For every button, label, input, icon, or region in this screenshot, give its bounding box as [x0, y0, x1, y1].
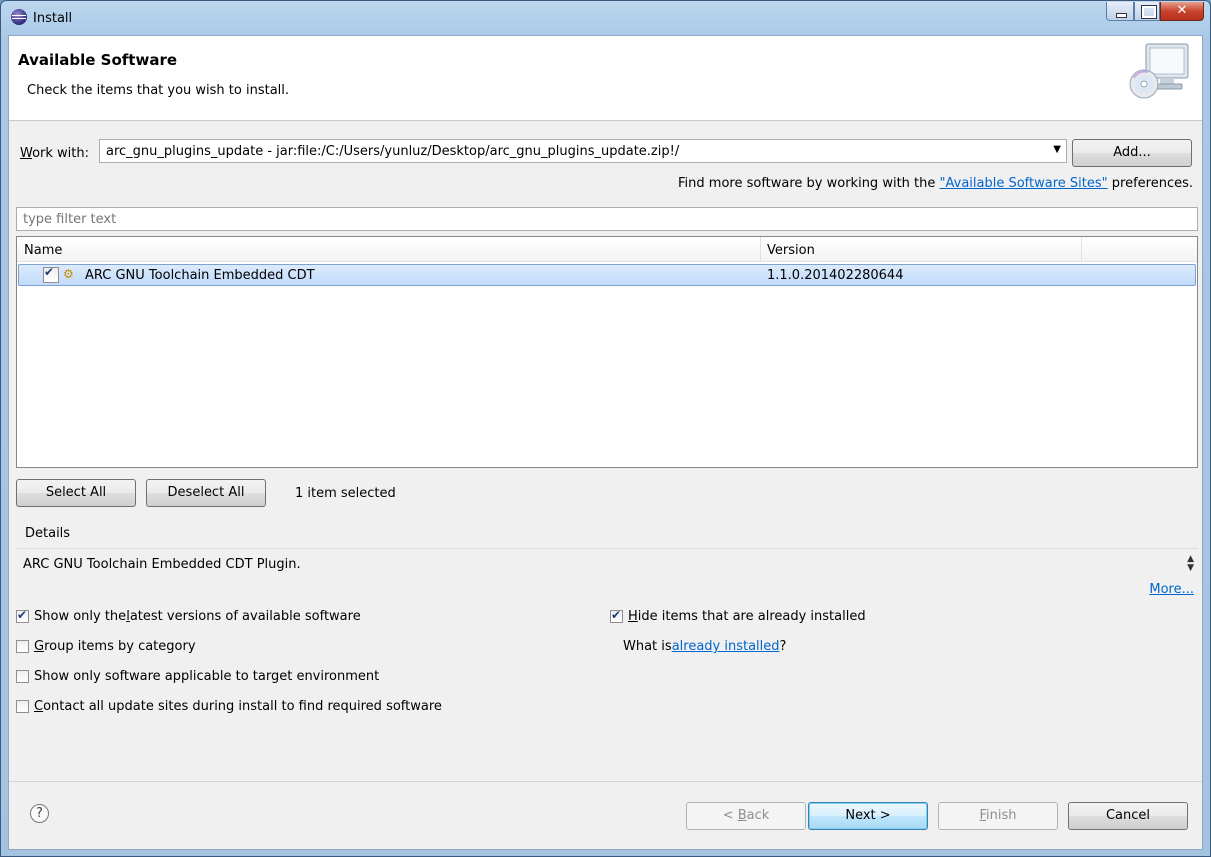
install-wizard-icon	[1129, 43, 1189, 99]
checkbox-unchecked-icon[interactable]	[16, 670, 29, 683]
column-divider[interactable]	[1081, 237, 1082, 261]
details-scroll-arrows[interactable]: ▲ ▼	[1187, 555, 1194, 573]
filter-input[interactable]	[17, 208, 1197, 230]
maximize-button[interactable]	[1134, 2, 1160, 21]
window-controls	[1106, 2, 1204, 22]
column-divider[interactable]	[760, 237, 761, 261]
option-latest-versions[interactable]: Show only the latest versions of availab…	[16, 608, 361, 624]
install-dialog-window: Install Available Software Check the ite…	[0, 0, 1211, 857]
dialog-client-area: Available Software Check the items that …	[8, 35, 1203, 850]
option-target-environment[interactable]: Show only software applicable to target …	[16, 669, 379, 684]
work-with-combo[interactable]: arc_gnu_plugins_update - jar:file:/C:/Us…	[99, 139, 1067, 163]
row-checkbox[interactable]	[43, 265, 59, 283]
what-is-installed-text: What is already installed?	[623, 639, 787, 654]
option-group-by-category[interactable]: Group items by category	[16, 639, 196, 654]
checkbox-unchecked-icon[interactable]	[16, 700, 29, 713]
cancel-button[interactable]: Cancel	[1068, 802, 1188, 830]
next-button[interactable]: Next >	[808, 802, 928, 830]
software-tree[interactable]: Name Version ⚙ ARC GNU Toolchain Embedde…	[16, 236, 1198, 468]
finish-button[interactable]: Finish	[938, 802, 1058, 830]
footer-divider	[9, 781, 1202, 782]
already-installed-link[interactable]: already installed	[672, 639, 780, 654]
tree-header: Name Version	[17, 237, 1197, 262]
find-more-text: Find more software by working with the "…	[678, 176, 1193, 191]
details-text: ARC GNU Toolchain Embedded CDT Plugin.	[23, 557, 301, 572]
deselect-all-button[interactable]: Deselect All	[146, 479, 266, 507]
help-icon[interactable]: ?	[30, 804, 49, 823]
installable-unit-icon: ⚙	[63, 267, 74, 281]
add-site-button[interactable]: Add...	[1072, 139, 1192, 167]
option-contact-update-sites[interactable]: Contact all update sites during install …	[16, 699, 442, 714]
row-version: 1.1.0.201402280644	[767, 268, 904, 283]
page-description: Check the items that you wish to install…	[27, 83, 290, 98]
back-button[interactable]: < Back	[686, 802, 806, 830]
eclipse-icon	[11, 9, 27, 25]
selection-count: 1 item selected	[295, 486, 396, 501]
checkbox-checked-icon[interactable]	[610, 608, 623, 623]
details-label: Details	[25, 526, 71, 541]
checkbox-checked-icon[interactable]	[16, 608, 29, 623]
close-button[interactable]	[1160, 2, 1204, 21]
table-row[interactable]: ⚙ ARC GNU Toolchain Embedded CDT 1.1.0.2…	[18, 264, 1196, 286]
option-hide-installed[interactable]: Hide items that are already installed	[610, 608, 866, 624]
select-all-button[interactable]: Select All	[16, 479, 136, 507]
checkbox-checked-icon[interactable]	[43, 265, 59, 283]
column-version-header[interactable]: Version	[767, 243, 815, 258]
wizard-header: Available Software Check the items that …	[9, 36, 1202, 121]
more-link[interactable]: More...	[1149, 582, 1194, 597]
column-name-header[interactable]: Name	[24, 243, 62, 258]
checkbox-unchecked-icon[interactable]	[16, 640, 29, 653]
work-with-label: Work with:	[20, 146, 90, 161]
page-title: Available Software	[18, 51, 178, 69]
available-software-sites-link[interactable]: "Available Software Sites"	[940, 176, 1108, 191]
chevron-down-icon[interactable]: ▼	[1053, 144, 1061, 155]
details-panel: ARC GNU Toolchain Embedded CDT Plugin. ▲…	[16, 548, 1198, 601]
filter-field[interactable]	[16, 207, 1198, 231]
row-name: ARC GNU Toolchain Embedded CDT	[85, 268, 315, 283]
minimize-button[interactable]	[1106, 2, 1134, 21]
title-bar[interactable]: Install	[1, 1, 1210, 35]
work-with-value: arc_gnu_plugins_update - jar:file:/C:/Us…	[106, 144, 680, 159]
window-title: Install	[33, 11, 73, 26]
